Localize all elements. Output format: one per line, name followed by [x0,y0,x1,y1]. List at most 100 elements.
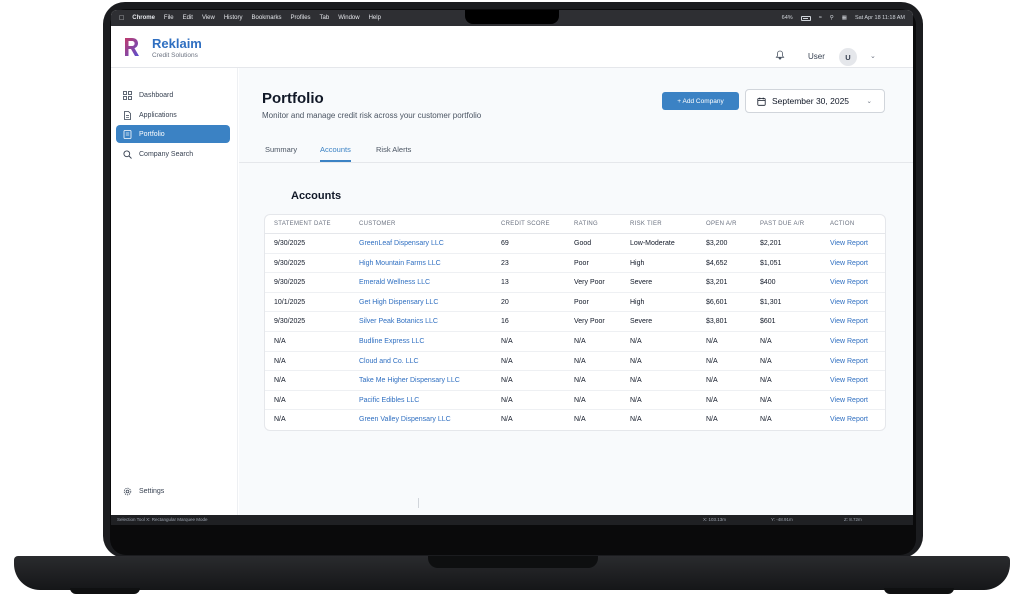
cell-risk-tier: High [630,298,645,306]
control-center-icon[interactable]: ▦ [842,15,847,21]
grid-icon [123,90,132,100]
menu-tab[interactable]: Tab [320,15,330,21]
sidebar-item-applications[interactable]: Applications [116,106,230,124]
menu-window[interactable]: Window [338,15,359,21]
cell-open-ar: N/A [706,416,718,424]
cell-customer[interactable]: GreenLeaf Dispensary LLC [359,240,444,247]
search-icon [123,149,132,159]
cell-customer[interactable]: Cloud and Co. LLC [359,358,419,365]
cell-customer[interactable]: Pacific Edibles LLC [359,397,419,404]
cell-statement-date: 9/30/2025 [274,240,306,247]
cell-customer[interactable]: Take Me Higher Dispensary LLC [359,377,460,384]
column-header[interactable]: PAST DUE A/R [760,221,804,227]
sidebar-item-label: Applications [139,111,177,119]
view-report-link[interactable]: View Report [830,240,868,247]
search-spotlight-icon[interactable]: ⚲ [830,15,834,21]
cell-past-due-ar: N/A [760,396,772,404]
table-row: 9/30/2025 Silver Peak Botanics LLC 16 Very … [265,312,885,332]
cell-past-due-ar: $2,201 [760,240,782,247]
menu-bookmarks[interactable]: Bookmarks [252,15,282,21]
chevron-down-icon[interactable]: ⌄ [870,52,876,60]
cell-customer[interactable]: Green Valley Dispensary LLC [359,416,451,423]
view-report-link[interactable]: View Report [830,260,868,267]
column-header[interactable]: CREDIT SCORE [501,221,550,227]
cell-statement-date: N/A [274,338,286,345]
cell-rating: N/A [574,396,586,404]
view-report-link[interactable]: View Report [830,416,868,423]
cell-risk-tier: Low-Moderate [630,240,675,247]
cell-customer[interactable]: Silver Peak Botanics LLC [359,318,438,325]
sidebar-item-label: Dashboard [139,91,174,99]
tab-bar: Summary Accounts Risk Alerts [239,136,913,163]
menu-help[interactable]: Help [369,15,381,21]
menu-history[interactable]: History [224,15,243,21]
menu-profiles[interactable]: Profiles [291,15,311,21]
add-company-button[interactable]: + Add Company [662,92,739,110]
wifi-icon[interactable]: ≈ [819,15,822,21]
apple-icon[interactable]:  [119,15,124,22]
column-header[interactable]: ACTION [830,221,854,227]
column-header[interactable]: RISK TIER [630,221,662,227]
view-report-link[interactable]: View Report [830,397,868,404]
battery-icon[interactable] [800,15,811,21]
column-header[interactable]: RATING [574,221,598,227]
cell-credit-score: 16 [501,318,509,326]
column-header[interactable]: CUSTOMER [359,221,396,227]
app-header: Reklaim Credit Solutions User U ⌄ [111,26,913,68]
view-report-link[interactable]: View Report [830,279,868,286]
sidebar-item-label: Company Search [139,150,194,158]
cell-open-ar: N/A [706,338,718,345]
cell-open-ar: N/A [706,377,718,385]
cell-statement-date: 10/1/2025 [274,298,306,306]
cell-statement-date: 9/30/2025 [274,279,306,287]
cell-rating: Poor [574,298,589,306]
view-report-link[interactable]: View Report [830,358,868,365]
cell-credit-score: N/A [501,338,513,345]
cell-customer[interactable]: Emerald Wellness LLC [359,279,430,286]
user-name[interactable]: User [808,52,825,61]
table-row: N/A Pacific Edibles LLC N/A N/A N/A N/A N/A Vie… [265,391,885,411]
view-report-link[interactable]: View Report [830,299,868,306]
view-report-link[interactable]: View Report [830,377,868,384]
view-report-link[interactable]: View Report [830,318,868,325]
cell-past-due-ar: $1,301 [760,298,782,306]
cell-credit-score: N/A [501,416,513,424]
column-header[interactable]: OPEN A/R [706,221,737,227]
sidebar-item-company-search[interactable]: Company Search [116,145,230,163]
laptop-foot-right [884,588,954,594]
avatar[interactable]: U [839,48,857,66]
laptop-foot-left [70,588,140,594]
menubar-clock[interactable]: Sat Apr 18 11:18 AM [855,15,905,21]
tab-risk-alerts[interactable]: Risk Alerts [376,145,411,160]
tab-accounts[interactable]: Accounts [320,145,351,162]
sidebar-item-settings[interactable]: Settings [116,482,230,500]
reklaim-logo-icon[interactable] [123,36,139,58]
brand-name[interactable]: Reklaim [152,36,202,51]
cell-past-due-ar: $1,051 [760,259,782,267]
table-row: 10/1/2025 Get High Dispensary LLC 20 Poor Hi… [265,293,885,313]
cell-customer[interactable]: Budline Express LLC [359,338,424,345]
menu-app-name[interactable]: Chrome [132,15,155,21]
status-x: X: 103.13m [703,517,727,522]
brand-subtitle: Credit Solutions [152,52,198,59]
cell-credit-score: 20 [501,298,509,306]
sidebar-item-portfolio[interactable]: Portfolio [116,125,230,143]
sidebar-item-dashboard[interactable]: Dashboard [116,86,230,104]
bell-icon[interactable] [775,50,785,60]
cell-statement-date: N/A [274,396,286,404]
table-header: STATEMENT DATE CUSTOMER CREDIT SCORE RAT… [265,215,885,234]
menu-file[interactable]: File [164,15,174,21]
column-header[interactable]: STATEMENT DATE [274,221,331,227]
battery-percent: 64% [781,15,793,21]
cell-customer[interactable]: Get High Dispensary LLC [359,299,438,306]
cell-rating: Very Poor [574,318,605,326]
menu-view[interactable]: View [202,15,215,21]
menu-edit[interactable]: Edit [183,15,193,21]
date-picker[interactable]: September 30, 2025 ⌄ [745,89,885,113]
view-report-link[interactable]: View Report [830,338,868,345]
cell-past-due-ar: $601 [760,318,776,326]
cell-customer[interactable]: High Mountain Farms LLC [359,260,441,267]
tab-summary[interactable]: Summary [265,145,297,160]
cell-statement-date: 9/30/2025 [274,259,306,267]
cell-past-due-ar: N/A [760,377,772,385]
